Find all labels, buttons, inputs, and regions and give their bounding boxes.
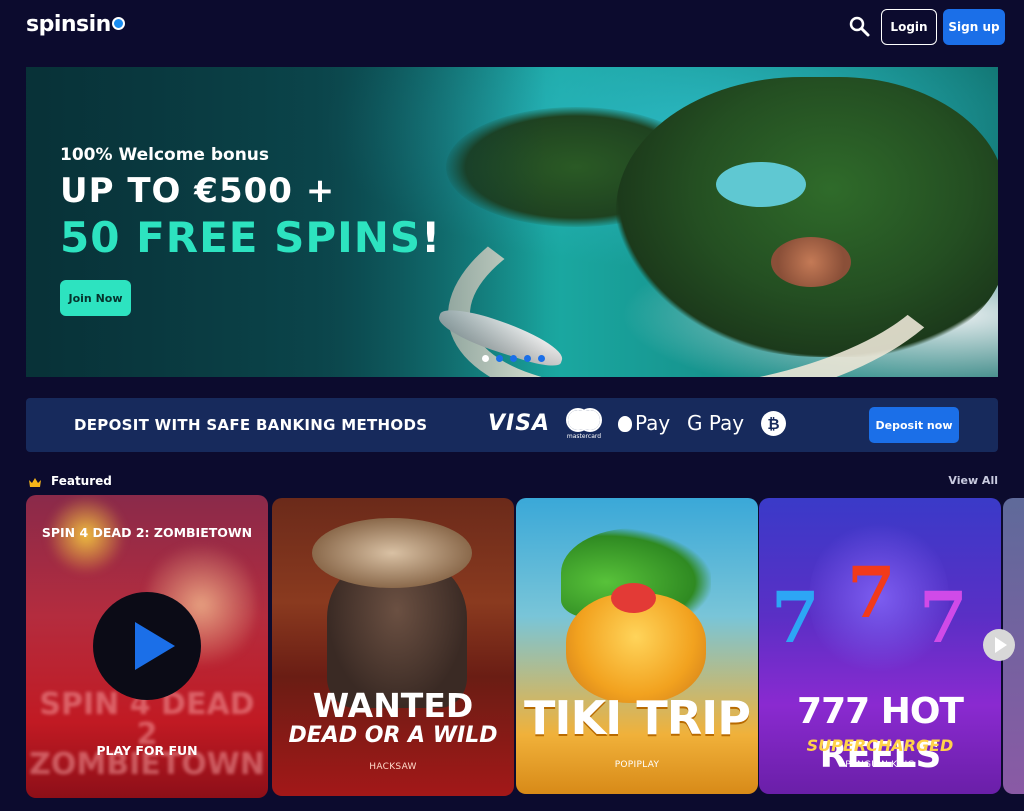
logo-text: spinsin	[26, 12, 111, 37]
header: spinsin Login Sign up	[0, 0, 1024, 56]
mastercard-icon: mastercard	[563, 406, 605, 442]
carousel-dot[interactable]	[538, 355, 545, 362]
apple-pay-icon: Pay	[618, 411, 670, 435]
game-card-ghost-title: SPIN 4 DEAD 2 ZOMBIETOWN	[29, 687, 265, 782]
login-button[interactable]: Login	[881, 9, 937, 45]
game-card-subtitle: DEAD OR A WILD	[288, 723, 498, 748]
carousel-dot[interactable]	[482, 355, 489, 362]
game-art	[611, 583, 656, 613]
featured-header: Featured View All	[26, 473, 998, 491]
game-card-subtitle: SUPERCHARGED	[806, 736, 954, 755]
google-pay-icon: G Pay	[687, 411, 745, 435]
play-for-fun-label[interactable]: PLAY FOR FUN	[26, 743, 268, 758]
promo-banner[interactable]: 100% Welcome bonus UP TO €500 + 50 FREE …	[26, 67, 998, 377]
game-card-wanted[interactable]: WANTED DEAD OR A WILD HACKSAW	[272, 498, 514, 796]
game-card-title: TIKI TRIP	[524, 691, 751, 745]
carousel-dots	[482, 355, 545, 362]
join-now-button[interactable]: Join Now	[60, 280, 131, 316]
logo[interactable]: spinsin	[26, 12, 125, 37]
logo-mark-icon	[111, 16, 125, 30]
game-card-provider: POPIPLAY	[614, 760, 660, 770]
bonus-highlight: 50 FREE SPINS!	[60, 213, 441, 262]
game-card-tiki-trip[interactable]: TIKI TRIP POPIPLAY	[516, 498, 758, 794]
play-icon[interactable]	[93, 592, 201, 700]
seven-symbol-icon: 7	[919, 576, 968, 659]
play-triangle	[135, 622, 175, 670]
banner-lagoon-image	[716, 162, 806, 207]
bonus-highlight-suffix: !	[421, 213, 442, 262]
game-card-spin-4-dead-2[interactable]: SPIN 4 DEAD 2 ZOMBIETOWN SPIN 4 DEAD 2: …	[26, 495, 268, 798]
view-all-link[interactable]: View All	[948, 474, 998, 487]
apple-logo-icon	[618, 416, 632, 432]
game-card-title: SPIN 4 DEAD 2: ZOMBIETOWN	[41, 525, 253, 540]
bonus-highlight-text: 50 FREE SPINS	[60, 213, 422, 262]
game-card-777-hot-reels[interactable]: 7 7 7 777 HOT REELS SUPERCHARGED PENGUIN…	[759, 498, 1001, 794]
carousel-next-icon[interactable]	[983, 629, 1015, 661]
deposit-now-button[interactable]: Deposit now	[869, 407, 959, 443]
seven-symbol-icon: 7	[847, 551, 896, 634]
crown-icon	[28, 474, 42, 487]
carousel-dot[interactable]	[496, 355, 503, 362]
bonus-subtitle: 100% Welcome bonus	[60, 145, 270, 165]
bonus-headline: UP TO €500 +	[60, 171, 336, 211]
game-card-provider: HACKSAW	[369, 762, 417, 772]
chevron-right-icon	[994, 637, 1007, 653]
deposit-text: DEPOSIT WITH SAFE BANKING METHODS	[74, 416, 428, 434]
game-card-provider: PENGUIN KING	[845, 760, 915, 770]
visa-icon: VISA	[488, 411, 551, 436]
bitcoin-icon: ₿	[761, 411, 786, 436]
game-card-title: WANTED	[312, 686, 474, 725]
carousel-dot[interactable]	[510, 355, 517, 362]
banner-hut-image	[771, 237, 851, 287]
apple-pay-label: Pay	[635, 411, 671, 435]
seven-symbol-icon: 7	[771, 576, 820, 659]
game-art	[312, 518, 472, 588]
deposit-strip: DEPOSIT WITH SAFE BANKING METHODS VISA m…	[26, 398, 998, 452]
signup-button[interactable]: Sign up	[943, 9, 1005, 45]
carousel-dot[interactable]	[524, 355, 531, 362]
featured-title: Featured	[51, 474, 112, 488]
search-icon[interactable]	[848, 15, 872, 39]
mastercard-label: mastercard	[566, 433, 602, 440]
